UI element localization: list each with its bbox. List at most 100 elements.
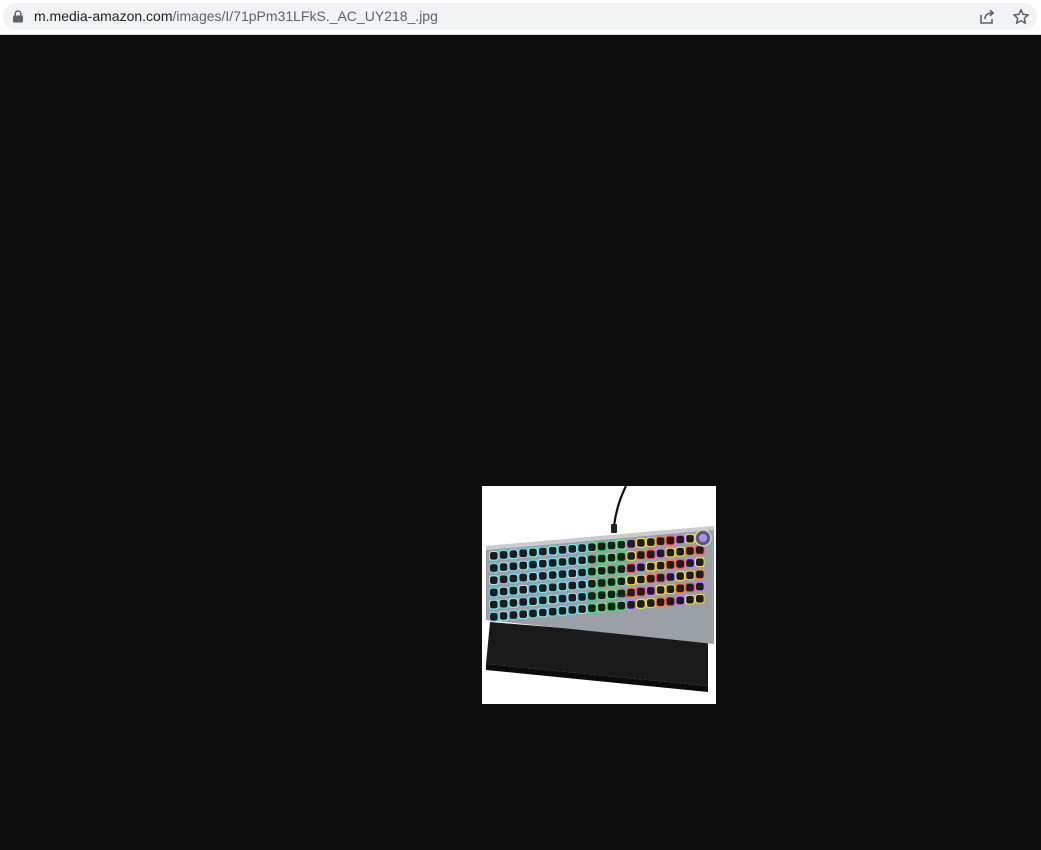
keycap [509, 574, 518, 583]
keycap [578, 580, 586, 589]
keycap [666, 548, 675, 557]
keycap [548, 559, 557, 567]
volume-knob-glow [699, 534, 707, 542]
keycap [499, 612, 508, 620]
keycap [676, 572, 684, 580]
keycap [607, 590, 616, 599]
keycap [627, 552, 635, 560]
keycap [490, 576, 498, 584]
keycap [627, 576, 635, 585]
keycap [568, 557, 577, 565]
keycap [676, 584, 684, 593]
keycap [490, 588, 498, 597]
keycap [597, 591, 606, 599]
keycap [617, 553, 626, 561]
share-icon[interactable] [978, 8, 996, 26]
keycap [617, 601, 626, 610]
keycap [607, 553, 616, 562]
keycap [637, 539, 645, 547]
lock-icon[interactable] [12, 10, 24, 23]
keycap [529, 560, 537, 569]
keycap [509, 562, 518, 571]
keycap [666, 597, 675, 606]
keycap [509, 611, 518, 619]
keycap [588, 580, 596, 588]
keycap [607, 578, 616, 586]
keycap [588, 604, 596, 612]
keycap [539, 572, 547, 580]
keyboard-illustration: fnatic [486, 486, 714, 692]
keycap [568, 545, 577, 553]
keycap [686, 595, 694, 604]
url-path: /images/I/71pPm31LFkS._AC_UY218_.jpg [172, 8, 438, 24]
keycap [607, 541, 616, 550]
keycap [647, 550, 655, 559]
brand-logo: fnatic [616, 593, 628, 599]
keycap [696, 582, 704, 591]
keycap [666, 536, 675, 545]
keycap [588, 555, 596, 564]
keycap [696, 595, 704, 603]
keycap [656, 598, 665, 606]
keycap [499, 575, 508, 584]
keycap [548, 595, 557, 604]
keycap [597, 554, 606, 563]
keycap [607, 602, 616, 611]
keycap [519, 598, 527, 606]
keycap [529, 585, 537, 593]
keycap [676, 560, 684, 568]
keycap [539, 596, 547, 605]
keycap [617, 577, 626, 586]
keycap [647, 574, 655, 583]
keycap [637, 587, 645, 596]
omnibox[interactable]: m.media-amazon.com/images/I/71pPm31LFkS.… [3, 3, 1037, 30]
keycap [597, 579, 606, 587]
keycap [548, 583, 557, 592]
keycap [578, 605, 586, 613]
keycap [647, 562, 655, 571]
keycap [686, 547, 694, 555]
keycap [647, 599, 655, 607]
keycap [558, 546, 567, 554]
keycap [597, 567, 606, 575]
url-text[interactable]: m.media-amazon.com/images/I/71pPm31LFkS.… [34, 8, 438, 25]
keycap [558, 607, 567, 615]
keycap [656, 537, 665, 545]
keycap [637, 563, 645, 572]
product-image: fnatic [482, 486, 716, 704]
keycap [617, 540, 626, 549]
keycap [499, 551, 508, 559]
keycap [627, 540, 635, 548]
keycap [637, 551, 645, 559]
keycap [696, 558, 704, 566]
keycap [499, 599, 508, 608]
star-icon[interactable] [1012, 8, 1030, 26]
keycap [656, 586, 665, 594]
keycap [627, 601, 635, 609]
keycap [490, 552, 498, 560]
keycap [558, 582, 567, 591]
keycap [666, 585, 675, 593]
keycap [499, 587, 508, 596]
keycap [529, 548, 537, 557]
keycap [578, 593, 586, 601]
keycap [519, 561, 527, 570]
keycap [519, 586, 527, 594]
keycap [568, 569, 577, 578]
keycap [676, 535, 684, 544]
keycap [539, 584, 547, 592]
keycap [539, 608, 547, 617]
keycap [656, 574, 665, 582]
keycap [558, 558, 567, 566]
keycap [509, 599, 518, 607]
keycap [686, 559, 694, 567]
keycap [686, 571, 694, 580]
keycap [519, 573, 527, 582]
keycap [490, 600, 498, 609]
keycap [568, 606, 577, 614]
keycap [568, 581, 577, 590]
keycap [676, 547, 684, 556]
keycap [529, 609, 537, 618]
keycap [637, 575, 645, 584]
keycap [558, 594, 567, 603]
